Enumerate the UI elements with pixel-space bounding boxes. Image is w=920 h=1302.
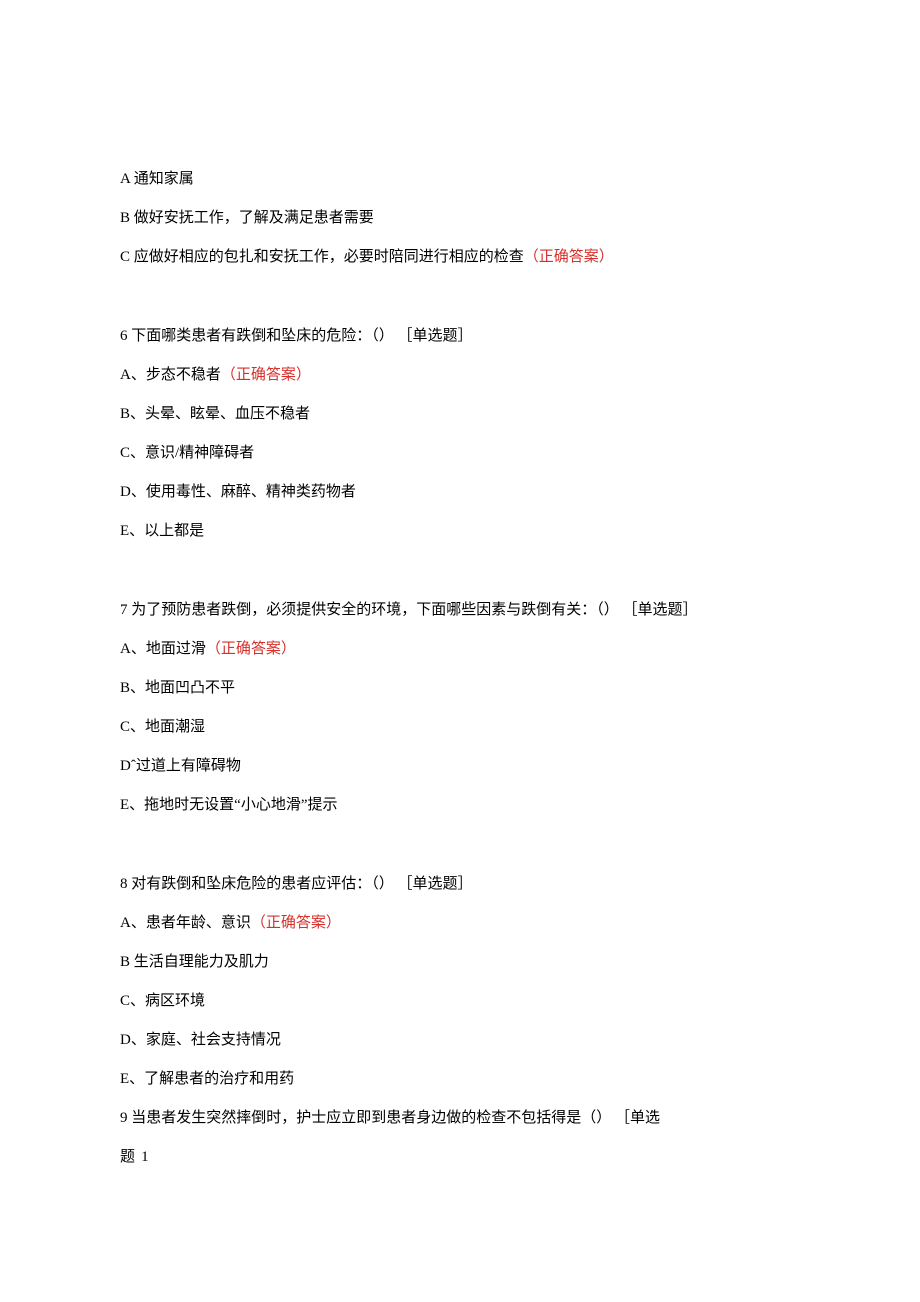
q8-option-a: A、患者年龄、意识（正确答案）: [120, 904, 800, 943]
q8-option-e: E、了解患者的治疗和用药: [120, 1060, 800, 1099]
q8-option-a-text: A、患者年龄、意识: [120, 915, 251, 931]
q7-option-e: E、拖地时无设置“小心地滑”提示: [120, 786, 800, 825]
q7-option-d: Dˆ过道上有障碍物: [120, 747, 800, 786]
q7-option-a-answer: （正确答案）: [206, 641, 296, 657]
q6-option-d: D、使用毒性、麻醉、精神类药物者: [120, 473, 800, 512]
q7-option-c: C、地面潮湿: [120, 708, 800, 747]
q5-option-c-text: C 应做好相应的包扎和安抚工作，必要时陪同进行相应的检查: [120, 249, 524, 265]
q8-stem: 8 对有跌倒和坠床危险的患者应评估：（） ［单选题］: [120, 865, 800, 904]
spacer: [120, 825, 800, 865]
q7-option-a-text: A、地面过滑: [120, 641, 206, 657]
q6-option-e: E、以上都是: [120, 512, 800, 551]
q6-stem: 6 下面哪类患者有跌倒和坠床的危险：（） ［单选题］: [120, 317, 800, 356]
q5-option-a: A 通知家属: [120, 160, 800, 199]
q5-option-c-answer: （正确答案）: [524, 249, 614, 265]
q5-option-c: C 应做好相应的包扎和安抚工作，必要时陪同进行相应的检查（正确答案）: [120, 238, 800, 277]
q8-option-c: C、病区环境: [120, 982, 800, 1021]
q6-option-b: B、头晕、眩晕、血压不稳者: [120, 395, 800, 434]
q9-stem-cont: 题 1: [120, 1138, 800, 1177]
q8-option-a-answer: （正确答案）: [251, 915, 341, 931]
spacer: [120, 277, 800, 317]
q6-option-a: A、步态不稳者（正确答案）: [120, 356, 800, 395]
q8-option-d: D、家庭、社会支持情况: [120, 1021, 800, 1060]
spacer: [120, 551, 800, 591]
q6-option-c: C、意识/精神障碍者: [120, 434, 800, 473]
q5-option-b: B 做好安抚工作，了解及满足患者需要: [120, 199, 800, 238]
q7-option-b: B、地面凹凸不平: [120, 669, 800, 708]
q9-stem: 9 当患者发生突然摔倒时，护士应立即到患者身边做的检查不包括得是（） ［单选: [120, 1099, 800, 1138]
q7-option-a: A、地面过滑（正确答案）: [120, 630, 800, 669]
q6-option-a-answer: （正确答案）: [221, 367, 311, 383]
q6-option-a-text: A、步态不稳者: [120, 367, 221, 383]
q8-option-b: B 生活自理能力及肌力: [120, 943, 800, 982]
q7-stem: 7 为了预防患者跌倒，必须提供安全的环境，下面哪些因素与跌倒有关：（） ［单选题…: [120, 591, 800, 630]
